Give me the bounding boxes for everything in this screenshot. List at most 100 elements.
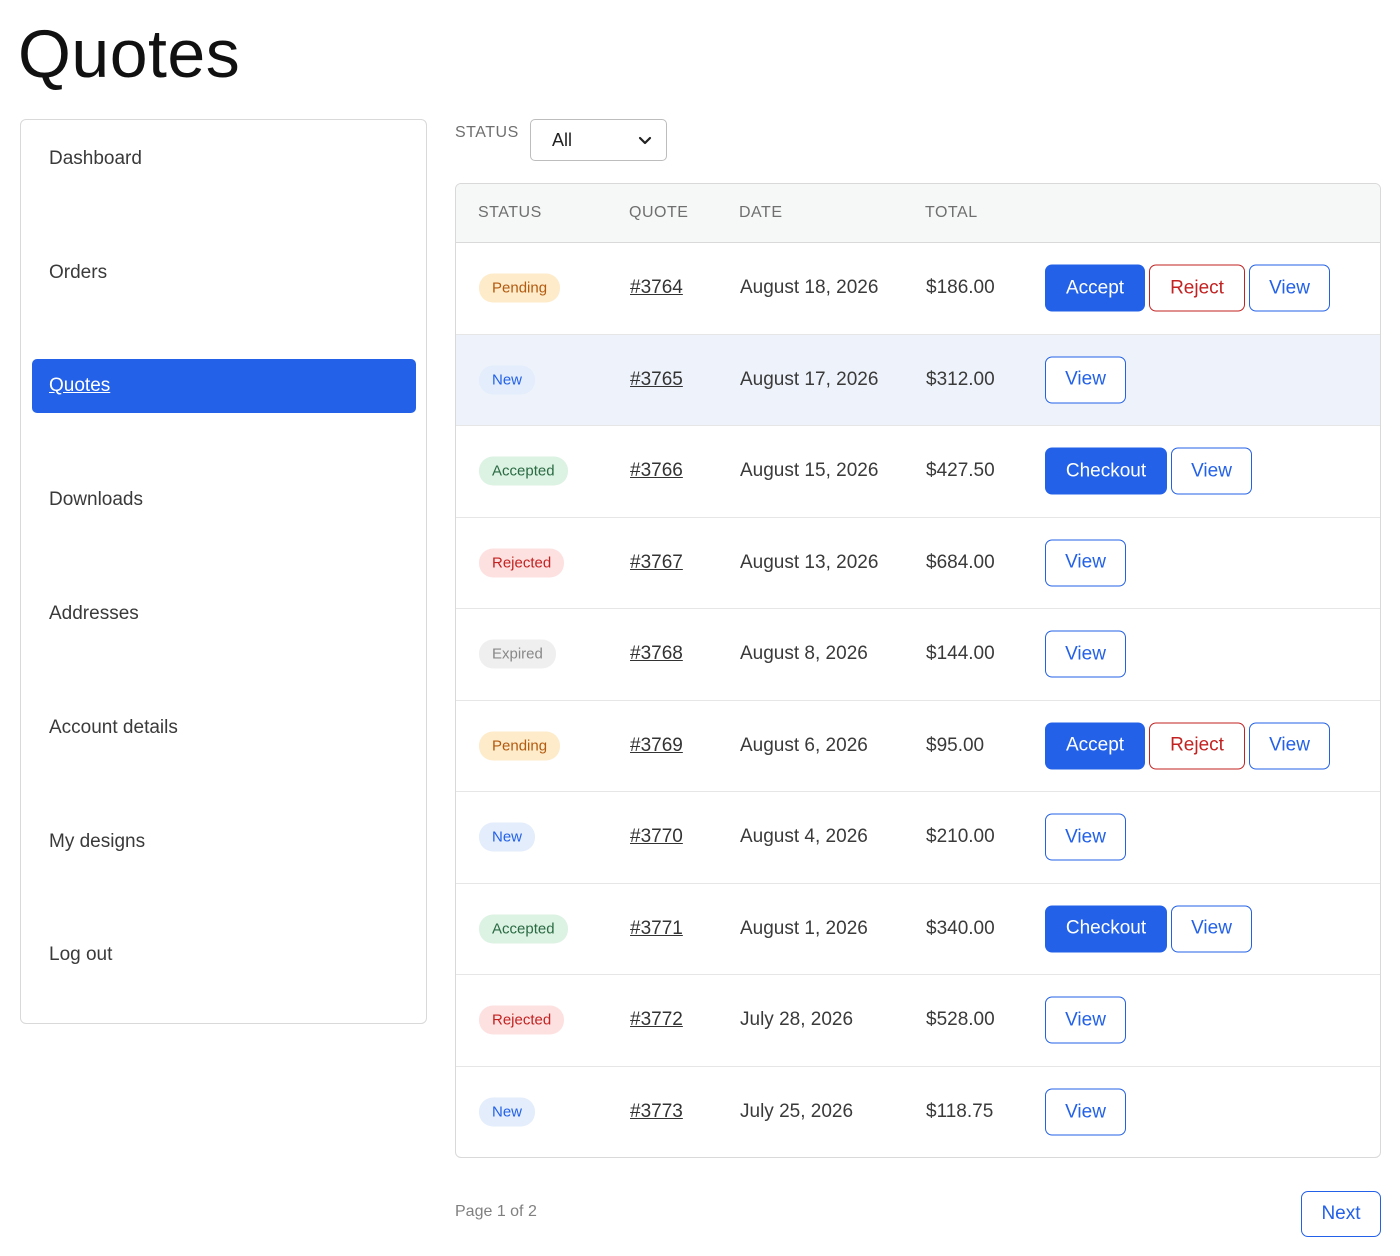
status-filter-select[interactable]: All xyxy=(530,119,667,161)
status-cell: Expired xyxy=(479,639,556,669)
sidebar-item-downloads[interactable]: Downloads xyxy=(32,473,416,527)
quote-date: July 28, 2026 xyxy=(740,1009,854,1031)
table-header: STATUS QUOTE DATE TOTAL xyxy=(456,184,1380,243)
status-cell: Pending xyxy=(479,273,561,303)
header-date: DATE xyxy=(739,204,783,221)
quote-total: $118.75 xyxy=(926,1101,994,1123)
view-button[interactable]: View xyxy=(1045,630,1126,678)
status-badge: Pending xyxy=(479,731,561,761)
pagination-text: Page 1 of 2 xyxy=(455,1203,537,1220)
quote-link[interactable]: #3767 xyxy=(630,552,683,574)
table-row: Expired #3768 August 8, 2026 $144.00 View xyxy=(456,609,1380,701)
quote-link[interactable]: #3764 xyxy=(630,277,683,299)
row-actions: View xyxy=(1045,813,1126,861)
status-badge: Rejected xyxy=(479,548,565,578)
sidebar-item-addresses[interactable]: Addresses xyxy=(32,587,416,641)
row-actions: View xyxy=(1045,630,1126,678)
quote-link[interactable]: #3770 xyxy=(630,826,683,848)
quote-total: $427.50 xyxy=(926,460,995,482)
status-badge: Pending xyxy=(479,273,561,303)
table-row: Pending #3764 August 18, 2026 $186.00 Accept… xyxy=(456,243,1380,335)
quote-total: $144.00 xyxy=(926,643,995,665)
quote-total: $186.00 xyxy=(926,277,995,299)
page-title: Quotes xyxy=(18,16,241,92)
reject-button[interactable]: Reject xyxy=(1149,264,1245,312)
status-badge: Accepted xyxy=(479,456,568,486)
status-badge: Accepted xyxy=(479,914,568,944)
row-actions: View xyxy=(1045,539,1126,587)
sidebar-item-quotes[interactable]: Quotes xyxy=(32,359,416,413)
status-filter-value: All xyxy=(552,129,573,150)
status-badge: Expired xyxy=(479,639,556,669)
view-button[interactable]: View xyxy=(1045,813,1126,861)
row-actions: View xyxy=(1045,996,1126,1044)
table-row: Pending #3769 August 6, 2026 $95.00 Accept Re… xyxy=(456,701,1380,792)
quote-total: $210.00 xyxy=(926,826,995,848)
quote-link[interactable]: #3772 xyxy=(630,1009,683,1031)
quote-date: August 18, 2026 xyxy=(740,277,879,299)
status-badge: New xyxy=(479,365,536,395)
next-page-button[interactable]: Next xyxy=(1301,1191,1381,1237)
account-sidebar: Dashboard Orders Quotes Downloads Addres… xyxy=(20,119,427,1024)
quote-date: August 1, 2026 xyxy=(740,917,868,939)
view-button[interactable]: View xyxy=(1249,722,1330,770)
quote-date: August 4, 2026 xyxy=(740,826,868,848)
quote-link[interactable]: #3771 xyxy=(630,918,683,940)
table-row: Accepted #3766 August 15, 2026 $427.50 Check… xyxy=(456,426,1380,518)
view-button[interactable]: View xyxy=(1171,447,1252,495)
accept-button[interactable]: Accept xyxy=(1045,264,1145,312)
status-cell: Rejected xyxy=(479,548,565,578)
chevron-down-icon xyxy=(638,136,652,145)
row-actions: View xyxy=(1045,356,1126,404)
status-cell: New xyxy=(479,365,536,395)
view-button[interactable]: View xyxy=(1045,996,1126,1044)
quote-total: $95.00 xyxy=(926,734,985,756)
quote-date: August 15, 2026 xyxy=(740,460,879,482)
view-button[interactable]: View xyxy=(1045,356,1126,404)
status-cell: Accepted xyxy=(479,456,568,486)
quote-link[interactable]: #3773 xyxy=(630,1101,683,1123)
table-row: New #3765 August 17, 2026 $312.00 View xyxy=(456,334,1380,426)
checkout-button[interactable]: Checkout xyxy=(1045,905,1167,953)
sidebar-item-log-out[interactable]: Log out xyxy=(32,928,416,982)
row-actions: Accept Reject View xyxy=(1045,264,1330,312)
header-status: STATUS xyxy=(478,204,542,221)
status-filter-label: STATUS xyxy=(455,124,519,141)
checkout-button[interactable]: Checkout xyxy=(1045,447,1167,495)
quote-link[interactable]: #3765 xyxy=(630,369,683,391)
quote-total: $684.00 xyxy=(926,551,995,573)
sidebar-item-dashboard[interactable]: Dashboard xyxy=(32,132,416,186)
reject-button[interactable]: Reject xyxy=(1149,722,1245,770)
status-badge: New xyxy=(479,822,536,852)
status-cell: Pending xyxy=(479,731,561,761)
quote-date: August 17, 2026 xyxy=(740,368,879,390)
quotes-table: STATUS QUOTE DATE TOTAL Pending #3764 Augu… xyxy=(455,183,1381,1158)
view-button[interactable]: View xyxy=(1045,1088,1126,1136)
sidebar-item-my-designs[interactable]: My designs xyxy=(32,815,416,869)
quote-total: $528.00 xyxy=(926,1009,995,1031)
table-row: Rejected #3772 July 28, 2026 $528.00 View xyxy=(456,975,1380,1067)
table-body: Pending #3764 August 18, 2026 $186.00 Accept… xyxy=(456,243,1380,1157)
status-badge: Rejected xyxy=(479,1005,565,1035)
sidebar-item-orders[interactable]: Orders xyxy=(32,246,416,300)
row-actions: Checkout View xyxy=(1045,447,1252,495)
row-actions: Accept Reject View xyxy=(1045,722,1330,770)
quote-link[interactable]: #3769 xyxy=(630,735,683,757)
accept-button[interactable]: Accept xyxy=(1045,722,1145,770)
quote-link[interactable]: #3766 xyxy=(630,460,683,482)
table-row: Accepted #3771 August 1, 2026 $340.00 Checko… xyxy=(456,884,1380,975)
status-badge: New xyxy=(479,1097,536,1127)
view-button[interactable]: View xyxy=(1171,905,1252,953)
view-button[interactable]: View xyxy=(1249,264,1330,312)
status-cell: New xyxy=(479,822,536,852)
status-cell: New xyxy=(479,1097,536,1127)
table-row: New #3770 August 4, 2026 $210.00 View xyxy=(456,792,1380,884)
view-button[interactable]: View xyxy=(1045,539,1126,587)
sidebar-item-account-details[interactable]: Account details xyxy=(32,701,416,755)
quote-link[interactable]: #3768 xyxy=(630,643,683,665)
quote-total: $340.00 xyxy=(926,917,995,939)
status-cell: Accepted xyxy=(479,914,568,944)
status-cell: Rejected xyxy=(479,1005,565,1035)
header-quote: QUOTE xyxy=(629,204,689,221)
header-total: TOTAL xyxy=(925,204,978,221)
